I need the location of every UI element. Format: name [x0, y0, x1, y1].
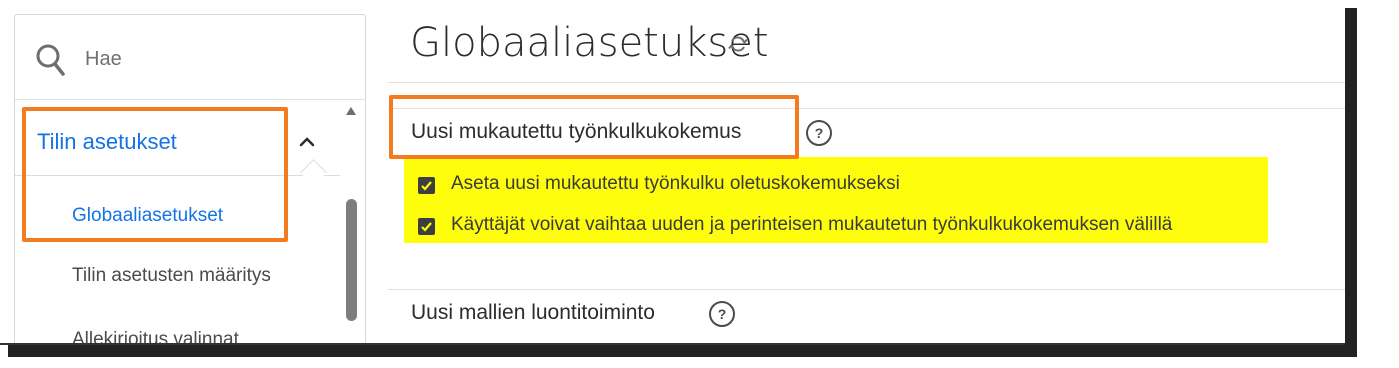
- title-divider: [388, 82, 1345, 83]
- search-icon: [36, 44, 65, 76]
- option-label: Käyttäjät voivat vaihtaa uuden ja perint…: [451, 214, 1173, 235]
- callout-box-sidebar: [22, 107, 288, 242]
- section-divider: [388, 289, 1345, 290]
- search-box[interactable]: Hae: [15, 15, 365, 100]
- page-title: Globaaliasetukset: [410, 20, 769, 66]
- screenshot-frame: Hae Tilin asetukset Globaaliasetukset Ti…: [0, 0, 1345, 345]
- section-title-templates: Uusi mallien luontitoiminto: [411, 301, 655, 324]
- search-input[interactable]: Hae: [85, 48, 122, 71]
- refresh-icon[interactable]: [728, 34, 748, 54]
- option-label: Aseta uusi mukautettu työnkulku oletusko…: [451, 173, 900, 194]
- window-shadow-bottom: [8, 345, 1357, 357]
- chevron-up-icon[interactable]: [299, 137, 315, 147]
- callout-box-section: [389, 95, 799, 159]
- check-icon: [421, 222, 432, 232]
- checkbox-checked[interactable]: [418, 177, 435, 194]
- help-icon[interactable]: ?: [806, 120, 832, 146]
- scrollbar-thumb[interactable]: [346, 199, 357, 321]
- sidebar-item-tilin-asetusten-maaritys[interactable]: Tilin asetusten määritys: [72, 265, 271, 287]
- check-icon: [421, 181, 432, 191]
- window-shadow-right: [1345, 8, 1357, 357]
- scroll-up-arrow[interactable]: [346, 107, 356, 115]
- checkbox-checked[interactable]: [418, 218, 435, 235]
- help-icon[interactable]: ?: [709, 301, 735, 327]
- frame-edge: [0, 343, 1345, 345]
